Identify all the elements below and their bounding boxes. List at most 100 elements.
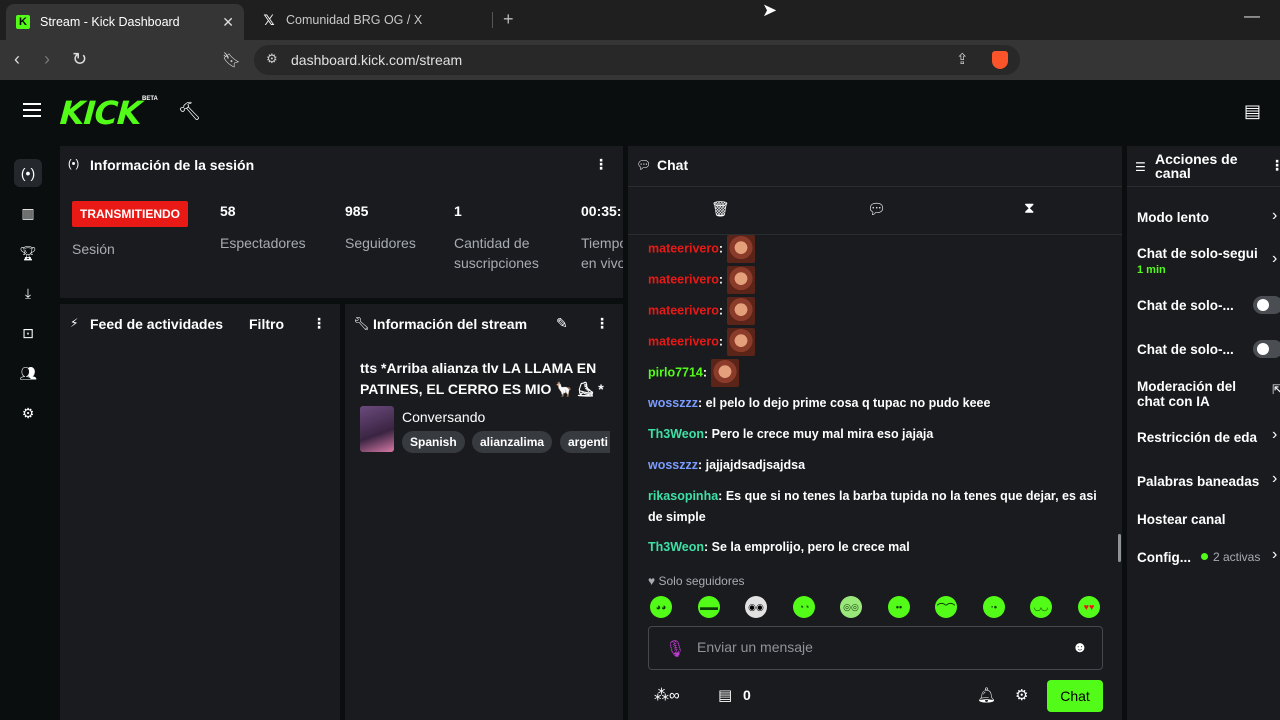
chat-message-input[interactable] (697, 639, 1057, 655)
brave-shield-icon[interactable] (992, 51, 1008, 69)
chat-username[interactable]: Th3Weon (648, 540, 704, 554)
slow-mode-item[interactable]: Modo lento (1137, 210, 1209, 225)
kick-logo[interactable]: KICK (59, 94, 143, 132)
chat-message: wosszzz: el pelo lo dejo prime cosa q tu… (648, 396, 991, 410)
live-time-stat: 00:35: Tiempo en vivo (581, 195, 623, 275)
heart-icon: ♥ (648, 574, 656, 588)
external-icon[interactable]: ⇱ (1272, 382, 1280, 398)
tag-argentina[interactable]: argenti (560, 431, 610, 453)
followers-only-duration: 1 min (1137, 264, 1166, 276)
viewers-label: Espectadores (220, 235, 306, 251)
chat-scrollbar[interactable] (1118, 534, 1121, 562)
age-restriction-item[interactable]: Restricción de eda (1137, 430, 1257, 445)
filter-button[interactable]: Filtro (249, 316, 284, 332)
address-bar[interactable]: ⚙︎ dashboard.kick.com/stream ⇪ (254, 45, 1020, 75)
tag-alianzalima[interactable]: alianzalima (472, 431, 553, 453)
chat-username[interactable]: pirlo7714 (648, 365, 703, 379)
emote-button[interactable]: ◔◔ (793, 596, 815, 618)
tab-x-community[interactable]: 𝕏 Comunidad BRG OG / X (252, 4, 488, 36)
send-chat-button[interactable]: Chat (1047, 680, 1103, 712)
hammer-icon[interactable]: 🔨︎ (178, 101, 201, 122)
subscribers-only-item[interactable]: Chat de solo-... (1137, 298, 1234, 313)
emote-image (726, 328, 755, 356)
category-thumbnail[interactable] (360, 406, 394, 452)
ai-moderation-item[interactable]: Moderación del chat con IA (1137, 379, 1252, 409)
chat-username[interactable]: mateerivero (648, 272, 719, 286)
followers-only-notice: ♥ Solo seguidores (648, 574, 745, 588)
store-icon[interactable]: ▤ (1244, 101, 1261, 122)
chevron-right-icon[interactable]: › (1272, 250, 1277, 268)
category-name[interactable]: Conversando (402, 409, 485, 425)
site-settings-icon[interactable]: ⚙︎ (266, 51, 278, 67)
gear-icon[interactable]: ⚙︎ (1015, 686, 1028, 704)
emotes-only-toggle[interactable] (1253, 340, 1280, 358)
chat-message: wosszzz: jajjajdsadjsajdsa (648, 458, 806, 472)
emotes-only-item[interactable]: Chat de solo-... (1137, 342, 1234, 357)
chat-username[interactable]: mateerivero (648, 303, 719, 317)
hourglass-icon[interactable]: ⧗ (1024, 200, 1035, 217)
back-icon[interactable]: ‹ (14, 49, 20, 70)
capture-icon[interactable]: ⊡ (14, 319, 42, 347)
new-tab-icon[interactable]: + (503, 9, 514, 30)
reload-icon[interactable]: ↻ (72, 49, 87, 70)
emote-button[interactable]: ⌒⌒ (935, 596, 957, 618)
emote-button[interactable]: •• (888, 596, 910, 618)
store-icon[interactable]: ▤ (718, 686, 732, 704)
more-options-icon[interactable]: ⋮ (1270, 157, 1280, 174)
followers-only-item[interactable]: Chat de solo-segui (1137, 246, 1258, 261)
host-channel-item[interactable]: Hostear canal (1137, 512, 1226, 527)
chat-message: Th3Weon: Se la emprolijo, pero le crece … (648, 540, 910, 554)
chat-username[interactable]: Th3Weon (648, 427, 704, 441)
chevron-right-icon[interactable]: › (1272, 470, 1277, 488)
emote-button[interactable]: ◉◉ (745, 596, 767, 618)
emote-button[interactable]: ◕◕ (650, 596, 672, 618)
forward-icon[interactable]: › (44, 49, 50, 70)
share-icon[interactable]: ⇪ (956, 50, 969, 68)
bell-icon[interactable]: 🔔︎ (977, 686, 996, 704)
banned-words-item[interactable]: Palabras baneadas (1137, 474, 1259, 489)
emote-button[interactable]: ·• (983, 596, 1005, 618)
chevron-right-icon[interactable]: › (1272, 207, 1277, 225)
emote-button[interactable]: ◎◎ (840, 596, 862, 618)
chat-username[interactable]: mateerivero (648, 334, 719, 348)
tag-spanish[interactable]: Spanish (402, 431, 465, 453)
chat-username[interactable]: mateerivero (648, 241, 719, 255)
more-options-icon[interactable]: ⋮ (595, 315, 609, 332)
chat-text: Se la emprolijo, pero le crece mal (711, 540, 910, 554)
subscribers-only-toggle[interactable] (1253, 296, 1280, 314)
chat-bubble-icon[interactable]: 💬︎ (867, 200, 886, 218)
points-icon[interactable]: ⁂∞ (654, 686, 680, 704)
mouse-cursor-icon: ➤ (762, 0, 778, 20)
chat-username[interactable]: wosszzz (648, 458, 698, 472)
microphone-icon[interactable]: 🎙︎ (665, 639, 685, 659)
community-icon[interactable]: 👥︎ (14, 359, 42, 387)
bookmark-icon[interactable]: 🔖︎ (222, 51, 241, 69)
chat-input-box[interactable]: 🎙︎ ☻ (648, 626, 1103, 670)
emote-image (726, 235, 755, 263)
chevron-right-icon[interactable]: › (1272, 426, 1277, 444)
edit-icon[interactable]: ✎ (556, 315, 568, 332)
broadcast-icon[interactable]: (•) (14, 159, 42, 187)
settings-icon[interactable]: ⚙︎ (14, 399, 42, 427)
emote-button[interactable]: ♥♥ (1078, 596, 1100, 618)
wrench-icon: 🔧︎ (353, 316, 370, 331)
emote-button[interactable]: ◡◡ (1030, 596, 1052, 618)
analytics-icon[interactable]: ▥ (14, 199, 42, 227)
trash-icon[interactable]: 🗑︎ (711, 200, 730, 218)
hamburger-menu-icon[interactable] (23, 103, 41, 121)
chevron-right-icon[interactable]: › (1272, 546, 1277, 564)
more-options-icon[interactable]: ⋮ (594, 156, 608, 173)
close-icon[interactable]: ✕ (222, 14, 234, 31)
emoji-icon[interactable]: ☻ (1072, 639, 1088, 656)
trophy-icon[interactable]: 🏆︎ (14, 239, 42, 267)
chat-username[interactable]: rikasopinha (648, 489, 718, 503)
minimize-icon[interactable]: — (1244, 8, 1260, 26)
download-icon[interactable]: ⤓ (14, 279, 42, 307)
config-item[interactable]: Config... (1137, 550, 1191, 565)
tab-separator (492, 12, 493, 28)
more-options-icon[interactable]: ⋮ (312, 315, 326, 332)
chat-username[interactable]: wosszzz (648, 396, 698, 410)
emote-button[interactable]: ▬▬ (698, 596, 720, 618)
live-status-badge: TRANSMITIENDO (72, 201, 188, 227)
tab-kick-dashboard[interactable]: K Stream - Kick Dashboard ✕ (6, 4, 244, 40)
